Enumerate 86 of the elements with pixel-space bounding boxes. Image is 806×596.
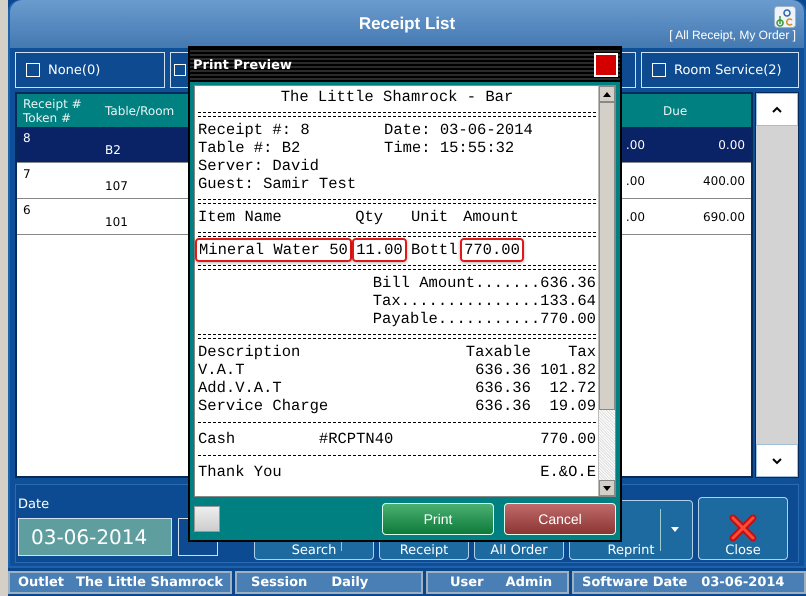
receipt-text: Thank You — [198, 463, 282, 481]
receipt-text: V.A.T — [198, 361, 246, 379]
receipt-text: 770.00 — [540, 430, 596, 448]
receipt-text: 19.09 — [548, 397, 596, 415]
column-header: Token # — [23, 110, 72, 124]
receipt-text: #RCPTN40 — [318, 430, 394, 448]
table-cell: 7 — [23, 167, 31, 181]
receipt-text: 636.36 — [474, 361, 531, 379]
receipt-text: Qty — [355, 208, 384, 226]
status-label: Session — [251, 575, 308, 590]
table-cell: 690.00 — [703, 210, 745, 224]
receipt-text: E.&O.E — [540, 463, 596, 481]
status-label: Outlet — [18, 575, 64, 590]
receipt-text: Add.V.A.T — [198, 379, 283, 397]
column-header: Due — [663, 104, 688, 118]
caret-up-icon — [771, 106, 783, 114]
table-cell: 107 — [105, 179, 128, 193]
table-cell: .00 — [626, 210, 645, 224]
view-filter-label[interactable]: [ All Receipt, My Order ] — [669, 28, 796, 42]
receipt-text: Unit — [410, 208, 448, 226]
receipt-text: Bottl — [410, 241, 458, 261]
table-cell: 6 — [23, 203, 31, 217]
checkbox[interactable] — [652, 63, 666, 77]
spell-check-icon[interactable] — [774, 6, 796, 28]
scrollbar[interactable] — [598, 86, 615, 496]
receipt-text: Amount — [463, 208, 519, 226]
receipt-text: Description — [198, 343, 302, 361]
table-cell: 400.00 — [703, 174, 745, 188]
status-value: 03-06-2014 — [701, 575, 784, 590]
status-value: Admin — [506, 575, 552, 590]
column-header: Receipt # — [23, 96, 83, 110]
receipt-text: Guest: Samir Test — [198, 175, 358, 193]
receipt-text: Table #: B2 — [198, 139, 302, 157]
table-cell: .00 — [626, 138, 645, 152]
column-header: Table/Room — [105, 104, 176, 118]
receipt-text: Tax — [567, 343, 596, 361]
close-icon — [728, 513, 758, 543]
tab-label: Room Service(2) — [674, 62, 782, 78]
dialog-button[interactable]: Cancel — [504, 502, 616, 534]
date-label: Date — [18, 497, 50, 512]
receipt-text: 101.82 — [539, 361, 596, 379]
table-cell: .00 — [626, 174, 645, 188]
close-button[interactable]: Close — [698, 497, 788, 560]
receipt-text: Receipt #: 8 — [198, 121, 311, 139]
scroll-down-button[interactable] — [599, 480, 615, 496]
checkbox[interactable] — [26, 63, 40, 77]
receipt-text: Item Name — [198, 208, 282, 226]
receipt-text: Service Charge — [198, 397, 330, 415]
receipt-text: 636.36 — [474, 397, 531, 415]
receipt-text: 636.36 — [474, 379, 531, 397]
caret-down-icon — [771, 456, 783, 464]
receipt-text: Cash — [198, 430, 236, 448]
receipt-text: Taxable — [464, 343, 531, 361]
date-field[interactable]: 03-06-2014 — [18, 518, 172, 556]
receipt-text: 12.72 — [548, 379, 596, 397]
receipt-text: Server: David — [198, 157, 320, 175]
dialog-button[interactable]: Print — [382, 502, 494, 534]
caret-down-icon — [603, 486, 611, 490]
receipt-text: Payable...........770.00 — [372, 310, 596, 328]
receipt-title: The Little Shamrock - Bar — [280, 88, 514, 106]
filter-tab[interactable]: Room Service(2) — [641, 52, 799, 88]
close-button[interactable] — [594, 53, 618, 77]
highlighted-text: 770.00 — [460, 238, 524, 262]
caret-down-icon — [671, 527, 679, 532]
highlighted-text: Mineral Water 50 — [195, 238, 352, 262]
status-value: The Little Shamrock — [76, 575, 224, 590]
status-label: User — [450, 575, 484, 590]
checkbox[interactable] — [174, 64, 186, 76]
window-title: Receipt List — [358, 14, 456, 34]
status-value: Daily — [331, 575, 368, 590]
table-cell: B2 — [105, 143, 121, 157]
table-cell: 0.00 — [718, 138, 745, 152]
dialog-title: Print Preview — [193, 58, 292, 72]
caret-up-icon — [603, 92, 611, 96]
table-cell: 8 — [23, 131, 31, 145]
status-label: Software Date — [582, 575, 688, 590]
receipt-text: Tax...............133.64 — [372, 292, 596, 310]
scroll-up-button[interactable] — [599, 86, 615, 102]
receipt-text: Time: 15:55:32 — [384, 139, 516, 157]
table-cell: 101 — [105, 215, 128, 229]
tab-label: None(0) — [48, 62, 100, 78]
filter-tab[interactable]: None(0) — [15, 52, 165, 88]
receipt-text: Bill Amount.......636.36 — [372, 274, 596, 292]
receipt-text: Date: 03-06-2014 — [384, 121, 534, 139]
highlighted-text: 11.00 — [352, 238, 407, 262]
scroll-thumb[interactable] — [599, 102, 615, 410]
